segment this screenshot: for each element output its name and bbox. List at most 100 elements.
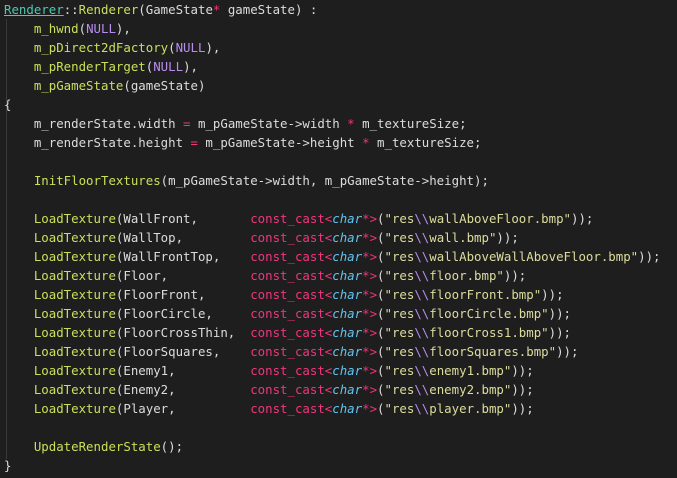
code-token: GameState	[145, 2, 213, 17]
code-token: ));	[496, 230, 519, 245]
code-token: floorCross1.bmp"	[429, 325, 549, 340]
code-line[interactable]: LoadTexture(WallFrontTop, const_cast<cha…	[4, 247, 661, 266]
code-token: const_cast	[250, 211, 325, 226]
code-line[interactable]: }	[4, 456, 11, 475]
code-line[interactable]: m_pGameState(gameState)	[4, 76, 206, 95]
code-token: char	[332, 249, 363, 264]
code-line[interactable]: LoadTexture(Enemy1, const_cast<char*>("r…	[4, 361, 534, 380]
code-token: (gameState)	[123, 78, 206, 93]
code-token: ::	[63, 2, 79, 17]
code-token: UpdateRenderState	[33, 439, 161, 454]
code-token: (Enemy1,	[115, 363, 251, 378]
code-token: player.bmp"	[429, 401, 512, 416]
code-line[interactable]: m_pDirect2dFactory(NULL),	[4, 38, 221, 57]
code-token: ));	[511, 401, 534, 416]
code-token: wall.bmp"	[429, 230, 497, 245]
code-token: char	[332, 382, 363, 397]
code-token: (	[377, 325, 385, 340]
code-token: ));	[638, 249, 661, 264]
code-token: =	[190, 135, 198, 150]
code-token: (m_pGameState->width, m_pGameState->heig…	[160, 173, 489, 188]
code-line[interactable]: UpdateRenderState();	[4, 437, 183, 456]
code-token: \\	[414, 363, 430, 378]
code-token: const_cast	[250, 268, 325, 283]
code-line[interactable]: LoadTexture(Floor, const_cast<char*>("re…	[4, 266, 526, 285]
code-token: const_cast	[250, 230, 325, 245]
code-line[interactable]: LoadTexture(WallFront, const_cast<char*>…	[4, 209, 594, 228]
code-token: (	[78, 21, 87, 36]
code-line[interactable]: m_pRenderTarget(NULL),	[4, 57, 198, 76]
code-token: *>	[362, 268, 378, 283]
code-token: *>	[362, 325, 378, 340]
code-token: ));	[548, 325, 572, 340]
code-token: \\	[414, 249, 430, 264]
code-token: ),	[205, 40, 221, 55]
code-token: NULL	[175, 40, 206, 55]
code-token: *>	[362, 306, 378, 321]
code-token: "res	[384, 249, 415, 264]
code-line[interactable]: LoadTexture(FloorCrossThin, const_cast<c…	[4, 323, 571, 342]
code-token: (	[168, 40, 176, 55]
code-line[interactable]: Renderer::Renderer(GameState* gameState)…	[4, 0, 317, 19]
code-line[interactable]: LoadTexture(Enemy2, const_cast<char*>("r…	[4, 380, 534, 399]
code-token: ));	[511, 363, 534, 378]
code-token: \\	[414, 401, 430, 416]
code-token: char	[332, 268, 363, 283]
code-token: *>	[362, 230, 378, 245]
code-token: (Enemy2,	[115, 382, 251, 397]
code-token: wallAboveWallAboveFloor.bmp"	[429, 249, 639, 264]
code-token: wallAboveFloor.bmp"	[429, 211, 572, 226]
code-token: ));	[541, 287, 564, 302]
code-token: ));	[556, 344, 579, 359]
code-token: LoadTexture	[33, 268, 116, 283]
code-token: (FloorCrossThin,	[115, 325, 251, 340]
code-line[interactable]: m_renderState.height = m_pGameState->hei…	[4, 133, 482, 152]
code-token: "res	[384, 382, 415, 397]
code-line[interactable]: InitFloorTextures(m_pGameState->width, m…	[4, 171, 489, 190]
code-line[interactable]: LoadTexture(FloorFront, const_cast<char*…	[4, 285, 564, 304]
code-token: LoadTexture	[33, 363, 116, 378]
code-token: LoadTexture	[33, 325, 116, 340]
code-token: NULL	[86, 21, 116, 36]
code-token: "res	[384, 230, 415, 245]
code-token: "res	[384, 287, 415, 302]
code-token: InitFloorTextures	[33, 173, 161, 188]
code-token: \\	[414, 287, 430, 302]
code-token: (	[377, 230, 385, 245]
code-token: \\	[414, 268, 430, 283]
code-line[interactable]: LoadTexture(FloorSquares, const_cast<cha…	[4, 342, 579, 361]
code-token: Renderer	[78, 2, 139, 17]
code-token: (	[377, 306, 385, 321]
code-token: enemy1.bmp"	[429, 363, 512, 378]
code-token: const_cast	[250, 249, 325, 264]
code-token: m_pGameState	[33, 78, 124, 93]
code-line[interactable]: LoadTexture(WallTop, const_cast<char*>("…	[4, 228, 519, 247]
code-line[interactable]: LoadTexture(FloorCircle, const_cast<char…	[4, 304, 571, 323]
code-token: m_pRenderTarget	[33, 59, 146, 74]
code-token: (	[377, 401, 385, 416]
code-token: m_renderState.width	[4, 116, 184, 131]
code-token: char	[332, 211, 363, 226]
code-token: const_cast	[250, 344, 325, 359]
code-token: *>	[362, 363, 378, 378]
code-token: LoadTexture	[33, 211, 116, 226]
code-line[interactable]: m_renderState.width = m_pGameState->widt…	[4, 114, 467, 133]
code-token: const_cast	[250, 325, 325, 340]
code-token: *	[362, 135, 370, 150]
code-editor[interactable]: Renderer::Renderer(GameState* gameState)…	[0, 0, 677, 478]
code-token: char	[332, 344, 363, 359]
code-line[interactable]: {	[4, 95, 11, 114]
code-line[interactable]: LoadTexture(Player, const_cast<char*>("r…	[4, 399, 534, 418]
code-token: *	[347, 116, 355, 131]
code-line[interactable]: m_hwnd(NULL),	[4, 19, 131, 38]
code-token: ));	[503, 268, 527, 283]
code-token: floorCircle.bmp"	[429, 306, 549, 321]
